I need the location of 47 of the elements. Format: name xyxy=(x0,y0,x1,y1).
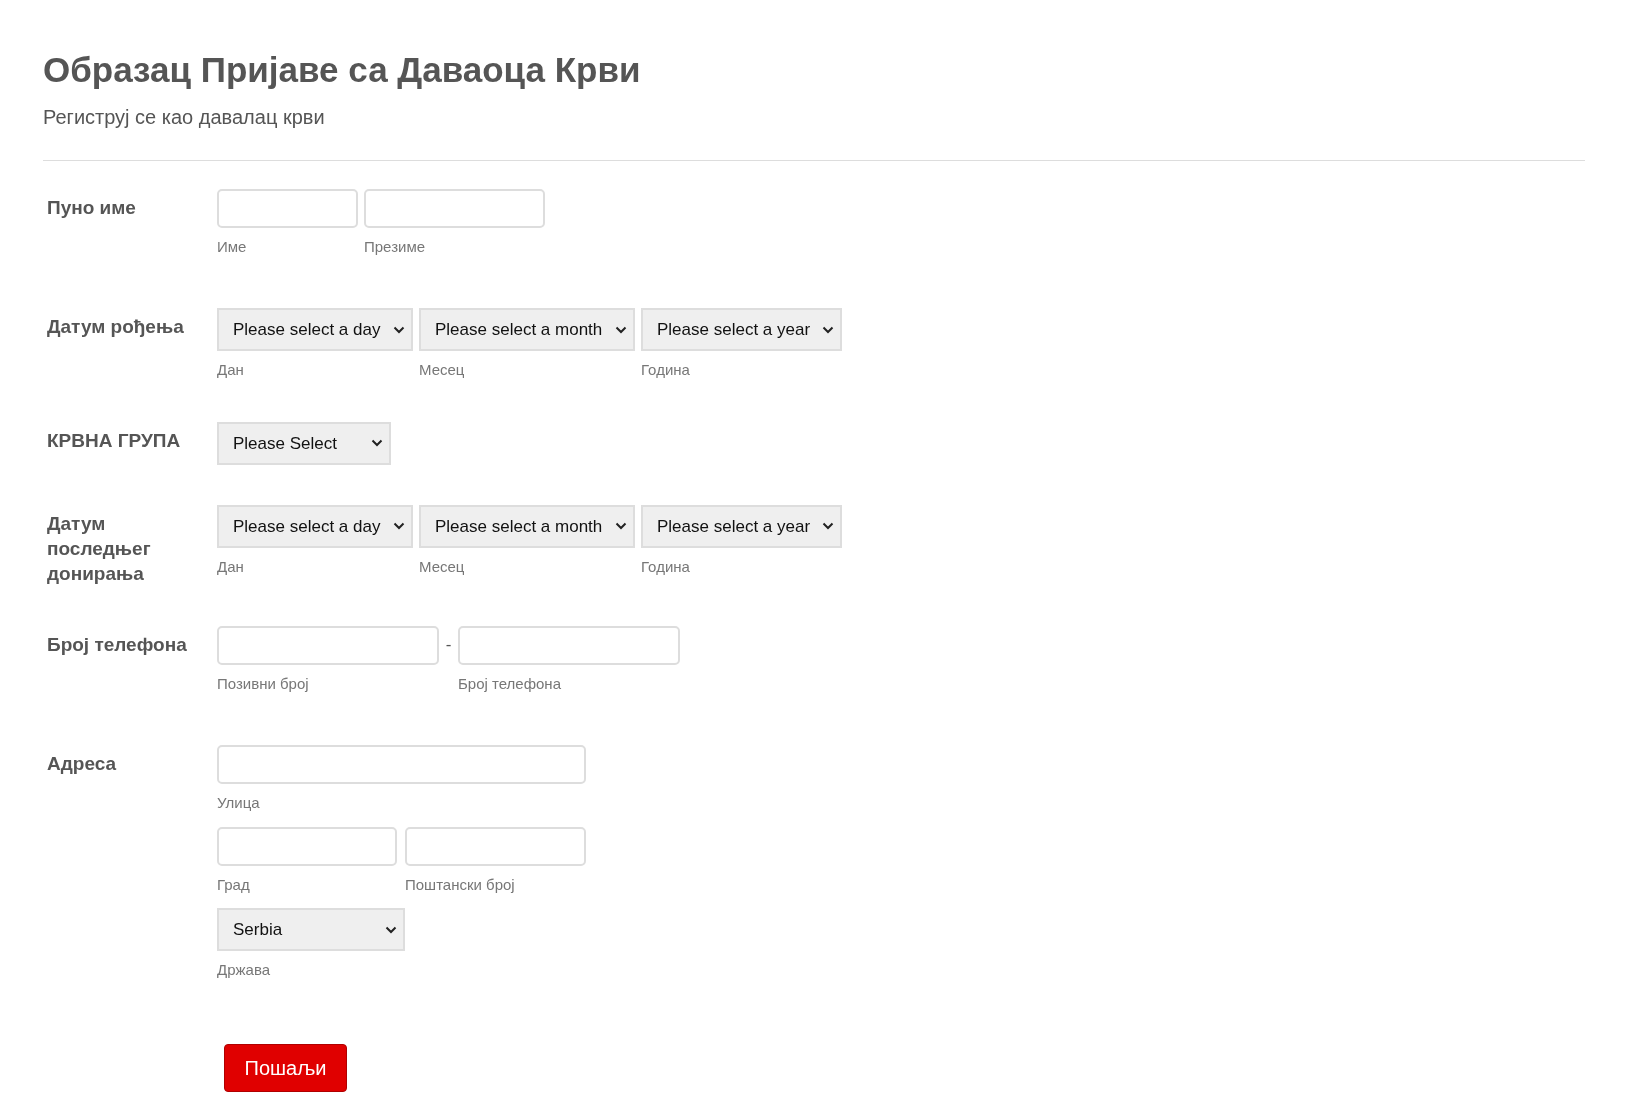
field-sublabel: Година xyxy=(641,556,690,577)
form-title: Образац Пријаве са Даваоца Крви xyxy=(43,49,642,91)
field-sublabel: Град xyxy=(217,874,250,895)
field-label: Датум последњег донирања xyxy=(47,511,152,586)
dropdown-caret-icon xyxy=(393,522,405,531)
field-label: Број телефона xyxy=(47,632,188,657)
dropdown-select[interactable]: Serbia xyxy=(217,908,405,952)
field-label: Пуно име xyxy=(47,195,137,220)
field-sublabel: Држава xyxy=(217,960,271,981)
text-input-field[interactable] xyxy=(217,625,439,665)
dropdown-select[interactable]: Please select a year xyxy=(641,504,842,548)
dropdown-select[interactable]: Please select a day xyxy=(217,308,413,352)
form-subtitle: Региструј се као давалац крви xyxy=(43,104,326,130)
separator-dash: - xyxy=(444,633,453,656)
field-sublabel: Презиме xyxy=(364,236,426,257)
field-sublabel: Месец xyxy=(419,360,465,381)
dropdown-select[interactable]: Please Select xyxy=(217,421,391,465)
dropdown-select[interactable]: Please select a month xyxy=(419,504,635,548)
dropdown-caret-icon xyxy=(822,325,834,334)
field-sublabel: Година xyxy=(641,360,690,381)
field-sublabel: Број телефона xyxy=(458,673,561,694)
text-input-field[interactable] xyxy=(458,625,680,665)
field-sublabel: Дан xyxy=(217,556,244,577)
dropdown-caret-icon xyxy=(615,522,627,531)
field-sublabel: Дан xyxy=(217,360,244,381)
dropdown-select[interactable]: Please select a year xyxy=(641,308,842,352)
field-label: Адреса xyxy=(47,752,118,777)
dropdown-caret-icon xyxy=(615,325,627,334)
dropdown-caret-icon xyxy=(371,439,383,448)
text-input-field[interactable] xyxy=(217,826,397,866)
submit-button[interactable]: Пошаљи xyxy=(224,1043,347,1092)
dropdown-caret-icon xyxy=(822,522,834,531)
field-sublabel: Позивни број xyxy=(217,673,309,694)
field-label: КРВНА ГРУПА xyxy=(47,428,182,453)
field-sublabel: Месец xyxy=(419,556,465,577)
dropdown-caret-icon xyxy=(393,325,405,334)
field-sublabel: Поштански број xyxy=(405,874,515,895)
text-input-field[interactable] xyxy=(364,188,545,228)
dropdown-select[interactable]: Please select a month xyxy=(419,308,635,352)
text-input-field[interactable] xyxy=(405,826,586,866)
dropdown-caret-icon xyxy=(385,925,397,934)
field-label: Датум рођења xyxy=(47,315,185,340)
dropdown-select[interactable]: Please select a day xyxy=(217,504,413,548)
text-input-field[interactable] xyxy=(217,188,358,228)
text-input-field[interactable] xyxy=(217,745,586,785)
field-sublabel: Име xyxy=(217,236,247,257)
field-sublabel: Улица xyxy=(217,793,260,814)
